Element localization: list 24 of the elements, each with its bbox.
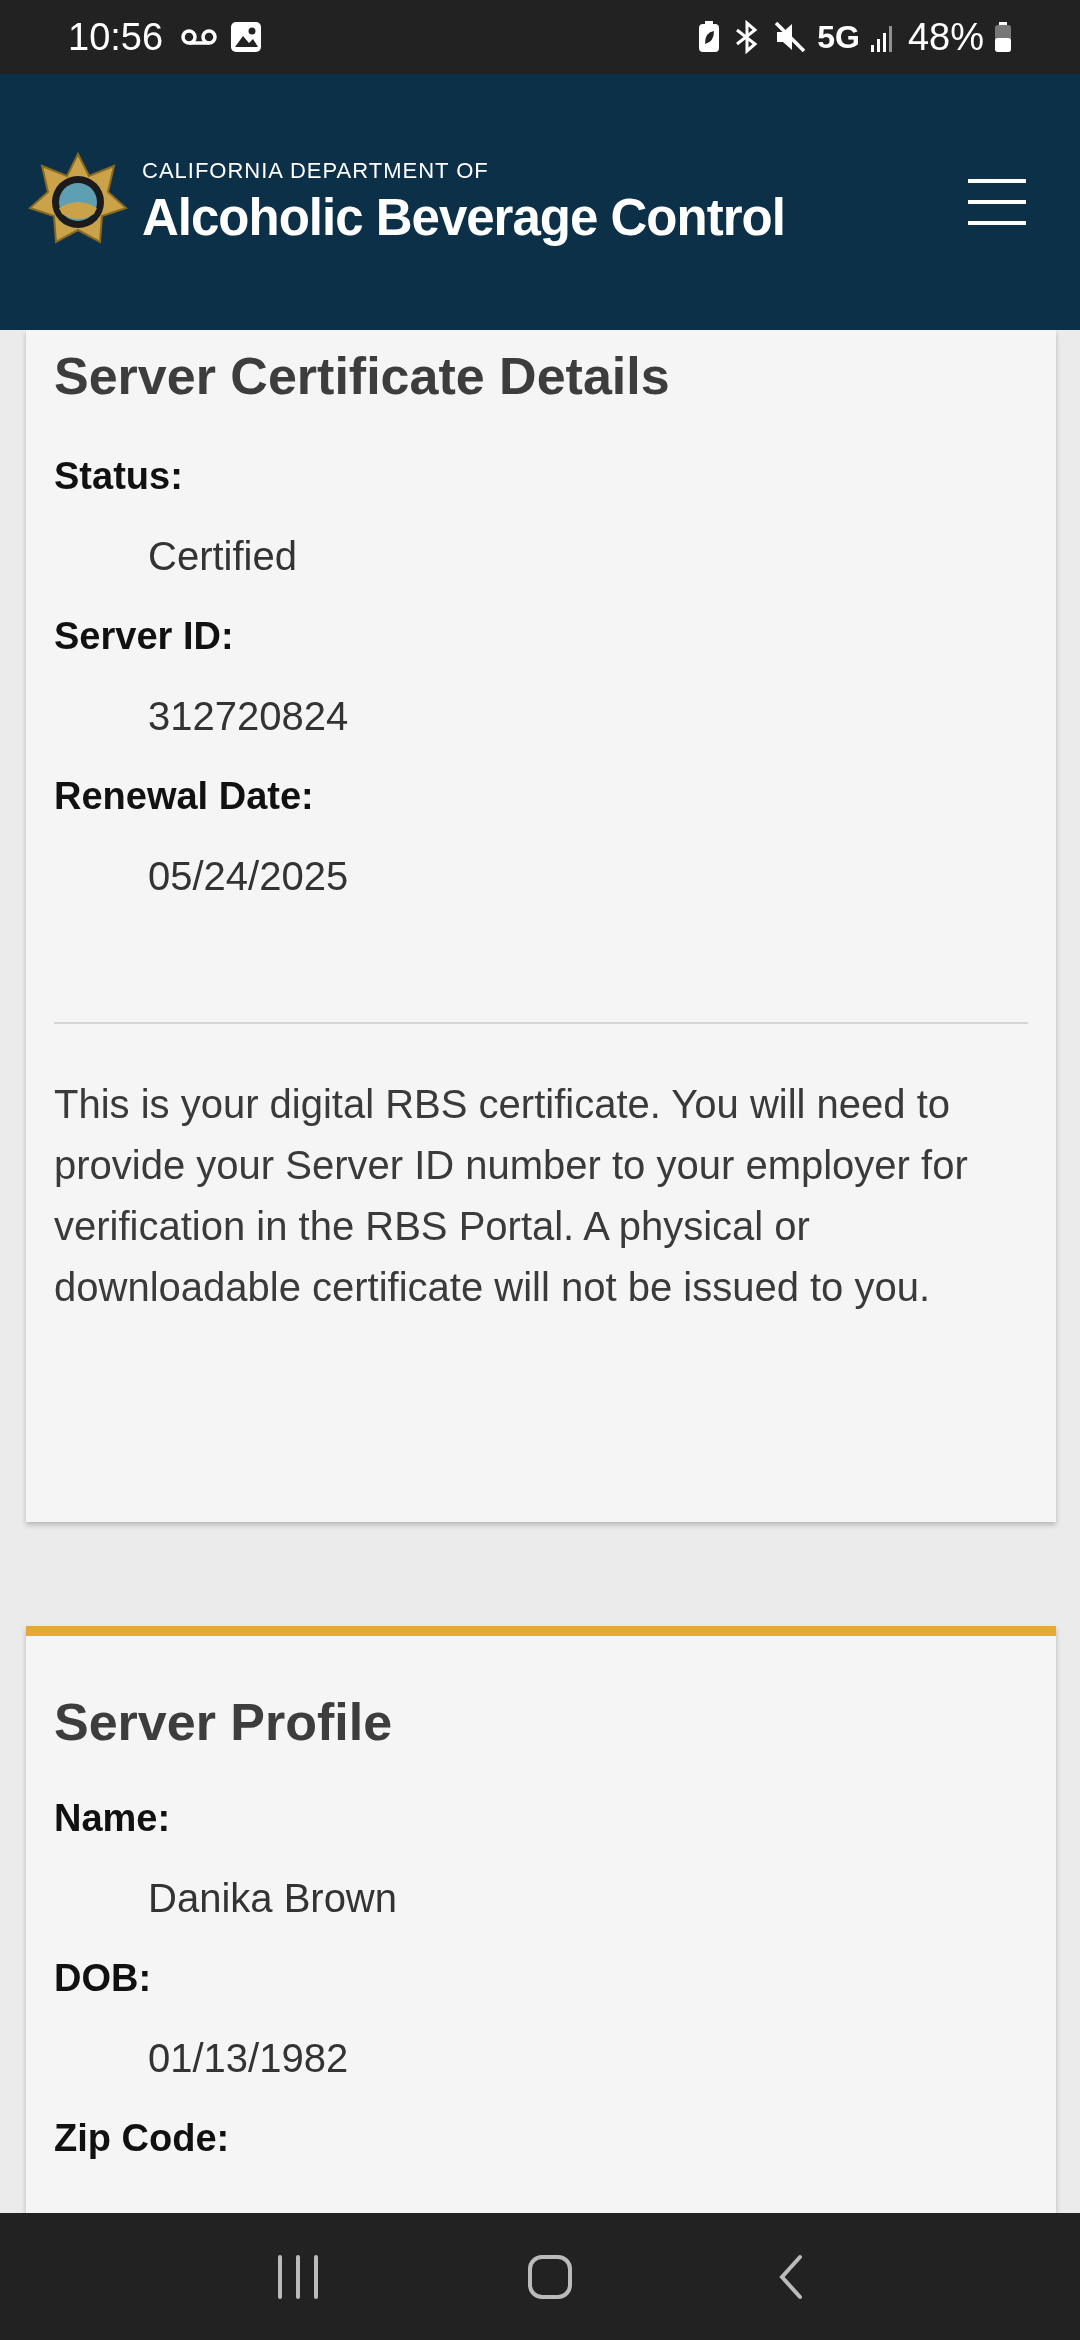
- mute-icon: [773, 20, 808, 54]
- field-value: Certified: [147, 533, 298, 580]
- card-title: Server Profile: [54, 1692, 394, 1752]
- field-label: DOB:: [54, 1956, 153, 2001]
- network-label: 5G: [817, 18, 860, 56]
- battery-icon: [994, 21, 1012, 53]
- department-label: CALIFORNIA DEPARTMENT OF: [142, 157, 490, 184]
- menu-icon: [966, 177, 1028, 227]
- card-title: Server Certificate Details: [54, 346, 671, 406]
- certificate-note: This is your digital RBS certificate. You will need to provide your Server ID number to your employer for verification in the RBS Portal. A physical or downloadable certificate will not be issued to you.: [54, 1081, 969, 1311]
- battery-saver-icon: [697, 20, 722, 54]
- field-label: Server ID:: [54, 614, 235, 659]
- agency-title: Alcoholic Beverage Control: [142, 187, 785, 247]
- field-label: Name:: [54, 1796, 172, 1841]
- field-label: Renewal Date:: [54, 774, 315, 819]
- field-label: Zip Code:: [54, 2116, 231, 2161]
- field-label: Status:: [54, 454, 184, 499]
- field-value: Danika Brown: [147, 1875, 398, 1922]
- field-value: 05/24/2025: [147, 853, 350, 900]
- battery-percent: 48%: [907, 15, 984, 59]
- image-icon: [229, 20, 264, 54]
- clock-time: 10:56: [68, 15, 164, 59]
- field-value: 01/13/1982: [147, 2035, 350, 2082]
- field-value: 312720824: [147, 693, 350, 740]
